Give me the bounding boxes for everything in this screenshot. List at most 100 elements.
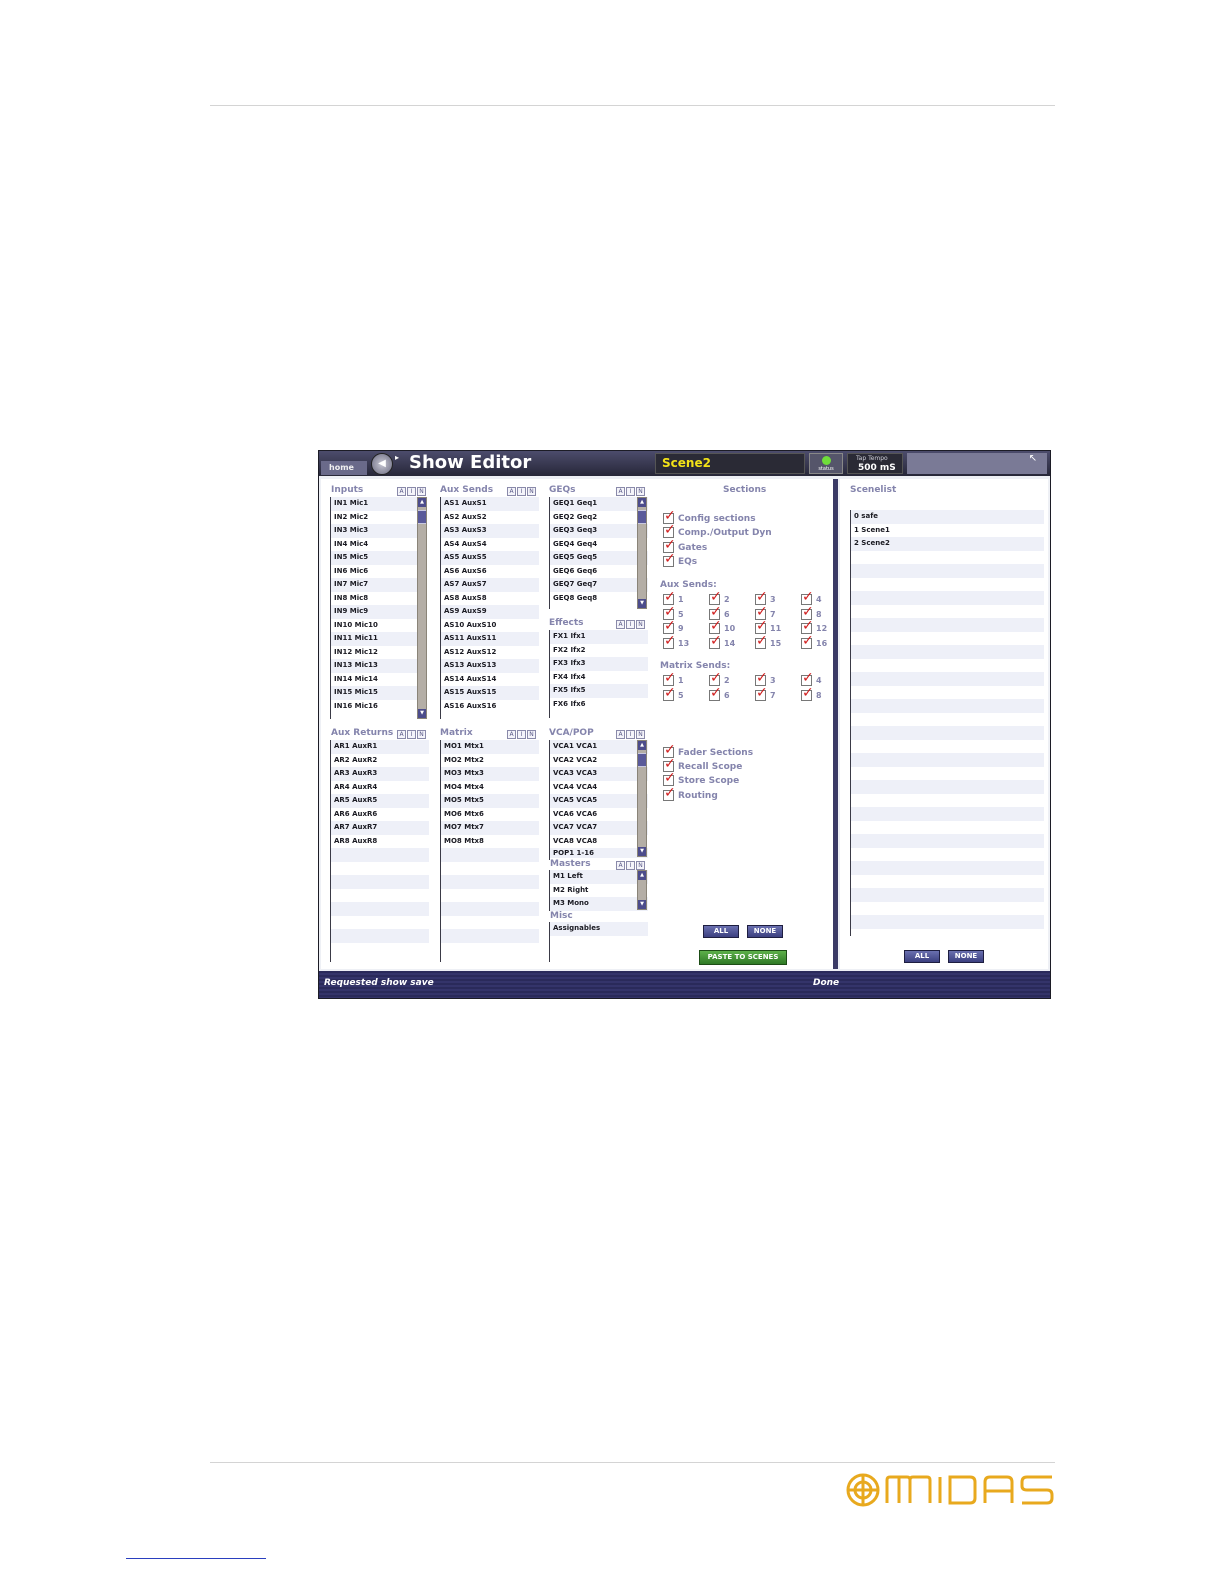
list-item[interactable]: AR7 AuxR7: [331, 821, 429, 835]
list-item[interactable]: MO5 Mtx5: [441, 794, 539, 808]
geqs-list[interactable]: GEQ1 Geq1 GEQ2 Geq2 GEQ3 Geq3 GEQ4 Geq4 …: [549, 497, 648, 609]
ain-i-button[interactable]: I: [407, 730, 416, 739]
list-item[interactable]: FX6 Ifx6: [550, 697, 648, 711]
list-item[interactable]: VCA8 VCA8: [550, 834, 648, 848]
checkbox-checked-icon[interactable]: [755, 685, 768, 701]
scroll-down-icon[interactable]: ▼: [638, 900, 646, 909]
scenelist-all-button[interactable]: ALL: [904, 950, 940, 963]
scroll-down-icon[interactable]: ▼: [638, 599, 646, 608]
masters-scrollbar[interactable]: ▲ ▼: [637, 870, 647, 910]
geqs-scrollbar[interactable]: ▲ ▼: [637, 497, 647, 609]
list-item[interactable]: AS6 AuxS6: [441, 564, 539, 578]
checkbox-checked-icon[interactable]: [663, 633, 676, 649]
list-item[interactable]: 2 Scene2: [851, 537, 1044, 551]
list-item[interactable]: AR3 AuxR3: [331, 767, 429, 781]
list-item[interactable]: FX5 Ifx5: [550, 684, 648, 698]
ain-i-button[interactable]: I: [626, 730, 635, 739]
aux-returns-list[interactable]: AR1 AuxR1 AR2 AuxR2 AR3 AuxR3 AR4 AuxR4 …: [330, 740, 429, 962]
list-item[interactable]: AR5 AuxR5: [331, 794, 429, 808]
list-item[interactable]: IN1 Mic1: [331, 497, 427, 511]
scroll-up-icon[interactable]: ▲: [638, 741, 646, 750]
list-item[interactable]: VCA6 VCA6: [550, 807, 648, 821]
list-item[interactable]: AS13 AuxS13: [441, 659, 539, 673]
aux-send-checkbox[interactable]: 16: [801, 633, 827, 650]
scroll-thumb[interactable]: [638, 753, 646, 767]
checkbox-config-sections[interactable]: Config sections: [663, 508, 756, 525]
effects-list[interactable]: FX1 Ifx1 FX2 Ifx2 FX3 Ifx3 FX4 Ifx4 FX5 …: [549, 630, 648, 718]
sections-all-button[interactable]: ALL: [703, 925, 739, 938]
list-item[interactable]: IN4 Mic4: [331, 537, 427, 551]
list-item[interactable]: IN16 Mic16: [331, 699, 427, 713]
list-item[interactable]: VCA5 VCA5: [550, 794, 648, 808]
list-item[interactable]: GEQ8 Geq8: [550, 591, 648, 605]
masters-list[interactable]: M1 Left M2 Right M3 Mono: [549, 870, 648, 911]
list-item[interactable]: GEQ2 Geq2: [550, 510, 648, 524]
ain-i-button[interactable]: I: [626, 487, 635, 496]
list-item[interactable]: AS7 AuxS7: [441, 578, 539, 592]
list-item[interactable]: AS8 AuxS8: [441, 591, 539, 605]
list-item[interactable]: IN5 Mic5: [331, 551, 427, 565]
matrix-send-checkbox[interactable]: 7: [755, 685, 776, 702]
list-item[interactable]: M3 Mono: [550, 897, 648, 911]
list-item[interactable]: GEQ5 Geq5: [550, 551, 648, 565]
checkbox-comp-output-dyn[interactable]: Comp./Output Dyn: [663, 522, 772, 539]
list-item[interactable]: Assignables: [550, 922, 648, 936]
list-item[interactable]: FX2 Ifx2: [550, 643, 648, 657]
back-arrow-icon[interactable]: ◀: [371, 453, 393, 475]
scroll-down-icon[interactable]: ▼: [638, 847, 646, 856]
list-item[interactable]: IN7 Mic7: [331, 578, 427, 592]
list-item[interactable]: IN2 Mic2: [331, 510, 427, 524]
scroll-up-icon[interactable]: ▲: [638, 498, 646, 507]
list-item[interactable]: MO3 Mtx3: [441, 767, 539, 781]
scroll-up-icon[interactable]: ▲: [638, 871, 646, 880]
list-item[interactable]: IN3 Mic3: [331, 524, 427, 538]
list-item[interactable]: AS3 AuxS3: [441, 524, 539, 538]
list-item[interactable]: GEQ1 Geq1: [550, 497, 648, 511]
ain-n-button[interactable]: N: [636, 861, 645, 870]
scroll-thumb[interactable]: [638, 510, 646, 524]
ain-n-button[interactable]: N: [636, 620, 645, 629]
list-item[interactable]: MO7 Mtx7: [441, 821, 539, 835]
ain-a-button[interactable]: A: [507, 487, 516, 496]
list-item[interactable]: MO8 Mtx8: [441, 834, 539, 848]
list-item[interactable]: 0 safe: [851, 510, 1044, 524]
ain-a-button[interactable]: A: [616, 730, 625, 739]
checkbox-checked-icon[interactable]: [801, 685, 814, 701]
ain-n-button[interactable]: N: [527, 487, 536, 496]
list-item[interactable]: AS15 AuxS15: [441, 686, 539, 700]
ain-i-button[interactable]: I: [517, 487, 526, 496]
list-item[interactable]: AS11 AuxS11: [441, 632, 539, 646]
ain-i-button[interactable]: I: [407, 487, 416, 496]
list-item[interactable]: AS14 AuxS14: [441, 672, 539, 686]
list-item[interactable]: IN12 Mic12: [331, 645, 427, 659]
list-item[interactable]: MO4 Mtx4: [441, 780, 539, 794]
list-item[interactable]: POP1 1-16: [550, 848, 648, 858]
list-item[interactable]: GEQ3 Geq3: [550, 524, 648, 538]
list-item[interactable]: MO1 Mtx1: [441, 740, 539, 754]
ain-n-button[interactable]: N: [417, 487, 426, 496]
list-item[interactable]: AS1 AuxS1: [441, 497, 539, 511]
list-item[interactable]: AS9 AuxS9: [441, 605, 539, 619]
list-item[interactable]: IN9 Mic9: [331, 605, 427, 619]
list-item[interactable]: AR1 AuxR1: [331, 740, 429, 754]
matrix-send-checkbox[interactable]: 8: [801, 685, 822, 702]
list-item[interactable]: IN8 Mic8: [331, 591, 427, 605]
list-item[interactable]: VCA7 VCA7: [550, 821, 648, 835]
tap-tempo-display[interactable]: Tap Tempo 500 mS: [847, 453, 903, 474]
list-item[interactable]: AS16 AuxS16: [441, 699, 539, 713]
checkbox-checked-icon[interactable]: [709, 685, 722, 701]
ain-a-button[interactable]: A: [507, 730, 516, 739]
list-item[interactable]: AS2 AuxS2: [441, 510, 539, 524]
checkbox-checked-icon[interactable]: [801, 633, 814, 649]
checkbox-checked-icon[interactable]: [663, 685, 676, 701]
list-item[interactable]: AS5 AuxS5: [441, 551, 539, 565]
list-item[interactable]: 1 Scene1: [851, 523, 1044, 537]
aux-send-checkbox[interactable]: 14: [709, 633, 735, 650]
aux-send-checkbox[interactable]: 15: [755, 633, 781, 650]
scroll-down-icon[interactable]: ▼: [418, 709, 426, 718]
list-item[interactable]: IN6 Mic6: [331, 564, 427, 578]
inputs-scrollbar[interactable]: ▲ ▼: [417, 497, 427, 719]
list-item[interactable]: VCA1 VCA1: [550, 740, 648, 754]
scroll-up-icon[interactable]: ▲: [418, 498, 426, 507]
list-item[interactable]: FX3 Ifx3: [550, 657, 648, 671]
